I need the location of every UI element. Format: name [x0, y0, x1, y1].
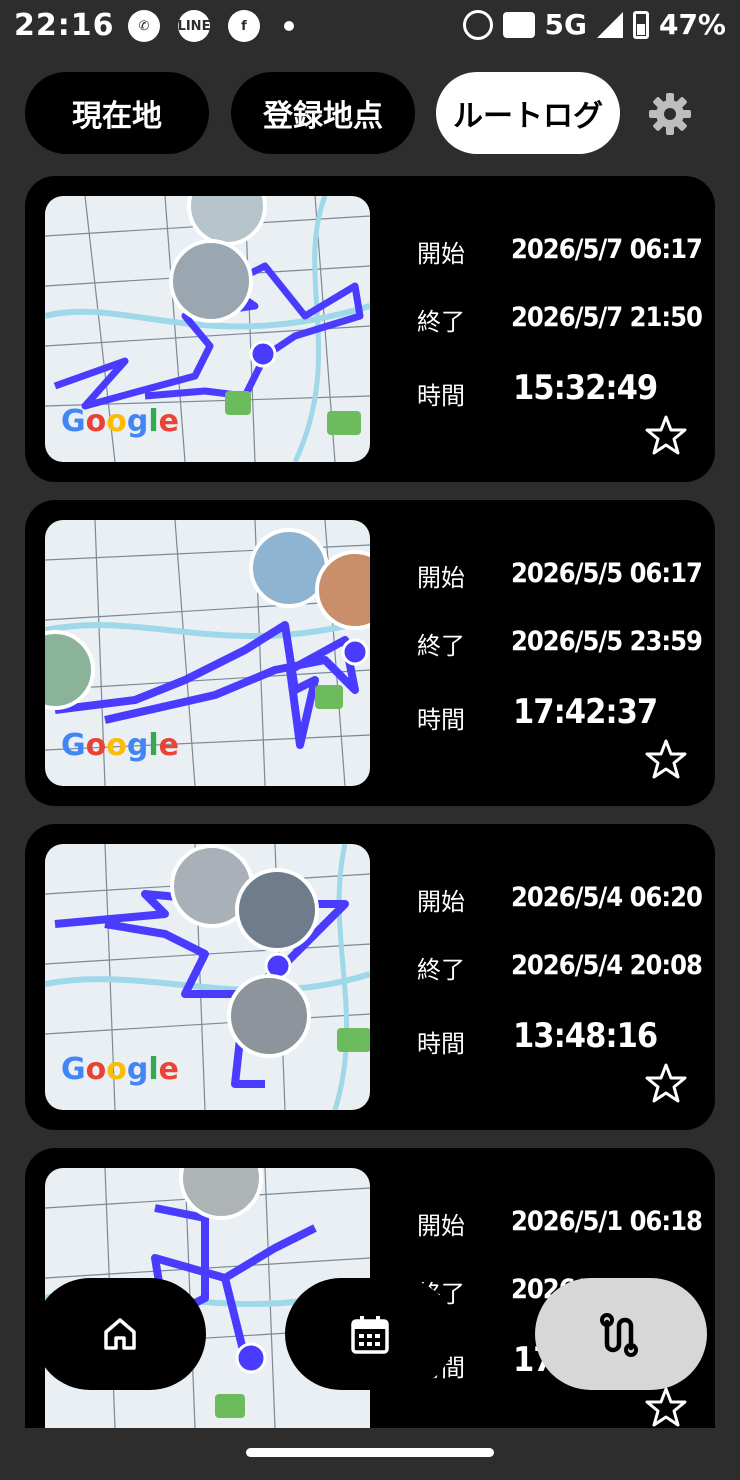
route-icon	[600, 1313, 638, 1357]
status-bar: 22:16 ✆ LINE f 5G 47%	[0, 0, 740, 56]
star-icon[interactable]	[645, 1062, 687, 1104]
line-icon: LINE	[178, 10, 210, 42]
whatsapp-icon: ✆	[128, 10, 160, 42]
start-time: 2026/5/1 06:18	[511, 1206, 703, 1237]
tab-registered-places[interactable]: 登録地点	[231, 72, 415, 154]
calendar-button[interactable]	[285, 1278, 455, 1390]
star-icon[interactable]	[645, 1386, 687, 1428]
tab-route-log[interactable]: ルートログ	[436, 72, 620, 154]
start-label: 開始	[417, 564, 465, 592]
route-map-thumbnail[interactable]: Google	[45, 844, 370, 1110]
tab-label: ルートログ	[453, 99, 603, 134]
google-logo: Google	[61, 404, 180, 439]
start-label: 開始	[417, 1212, 465, 1240]
gear-icon[interactable]	[646, 90, 694, 138]
home-button[interactable]	[34, 1278, 206, 1390]
network-type: 5G	[544, 8, 587, 41]
route-log-card[interactable]: Google 開始 2026/5/5 06:17 終了 2026/5/5 23:59…	[25, 500, 715, 806]
end-label: 終了	[417, 632, 465, 660]
signal-icon	[596, 11, 623, 38]
end-time: 2026/5/5 23:59	[511, 626, 703, 657]
route-button[interactable]	[535, 1278, 707, 1390]
sim-card-icon	[502, 11, 535, 38]
facebook-icon: f	[228, 10, 260, 42]
end-time: 2026/5/7 21:50	[511, 302, 703, 333]
start-time: 2026/5/5 06:17	[511, 558, 703, 589]
home-icon	[104, 1318, 136, 1350]
tab-label: 現在地	[72, 99, 162, 134]
start-label: 開始	[417, 888, 465, 916]
battery-level: 47%	[658, 8, 726, 41]
star-icon[interactable]	[645, 414, 687, 456]
data-saver-icon	[462, 9, 493, 40]
duration-value: 17:42:37	[513, 692, 658, 732]
route-log-card[interactable]: Google 開始 2026/5/7 06:17 終了 2026/5/7 21:50…	[25, 176, 715, 482]
calendar-icon	[351, 1316, 389, 1354]
end-time: 2026/5/4 20:08	[511, 950, 703, 981]
route-log-card[interactable]: Google 開始 2026/5/4 06:20 終了 2026/5/4 20:08…	[25, 824, 715, 1130]
duration-value: 13:48:16	[513, 1016, 658, 1056]
tab-label: 登録地点	[263, 99, 383, 134]
start-time: 2026/5/4 06:20	[511, 882, 703, 913]
battery-icon	[632, 10, 649, 39]
duration-value: 15:32:49	[513, 368, 658, 408]
tab-current-location[interactable]: 現在地	[25, 72, 209, 154]
clock: 22:16	[14, 8, 115, 43]
start-time: 2026/5/7 06:17	[511, 234, 703, 265]
google-logo: Google	[61, 1052, 180, 1087]
duration-label: 時間	[417, 706, 465, 734]
notification-dot-icon	[284, 21, 294, 31]
end-label: 終了	[417, 956, 465, 984]
start-label: 開始	[417, 240, 465, 268]
google-logo: Google	[61, 728, 180, 763]
duration-label: 時間	[417, 1030, 465, 1058]
end-label: 終了	[417, 308, 465, 336]
route-map-thumbnail[interactable]: Google	[45, 196, 370, 462]
star-icon[interactable]	[645, 738, 687, 780]
gesture-bar[interactable]	[246, 1448, 494, 1457]
route-map-thumbnail[interactable]: Google	[45, 520, 370, 786]
duration-label: 時間	[417, 382, 465, 410]
